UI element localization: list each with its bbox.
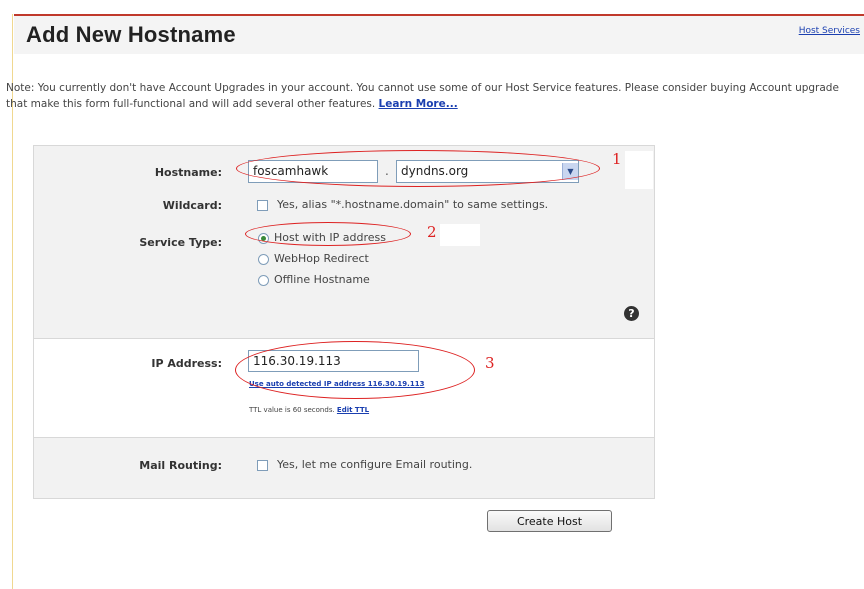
annotation-mask-3: [497, 355, 541, 379]
page-title: Add New Hostname: [26, 22, 236, 47]
ip-address-label: IP Address:: [151, 357, 222, 370]
ttl-info: TTL value is 60 seconds. Edit TTL: [249, 397, 369, 416]
annotation-ellipse-1: [236, 150, 600, 187]
wildcard-checkbox[interactable]: [257, 200, 268, 211]
radio-offline-hostname-label: Offline Hostname: [274, 273, 370, 286]
annotation-number-3: 3: [485, 354, 495, 372]
edit-ttl-link[interactable]: Edit TTL: [337, 406, 369, 414]
radio-webhop-redirect[interactable]: [258, 254, 269, 265]
service-type-label: Service Type:: [139, 236, 222, 249]
mail-routing-checkbox[interactable]: [257, 460, 268, 471]
annotation-mask-2: [440, 224, 480, 246]
annotation-number-2: 2: [427, 223, 437, 241]
ttl-text: TTL value is 60 seconds.: [249, 406, 337, 414]
host-services-link[interactable]: Host Services: [799, 26, 860, 36]
hostname-form: Hostname: foscamhawk . dyndns.org ▼ Wild…: [33, 145, 655, 499]
create-host-button[interactable]: Create Host: [487, 510, 612, 532]
account-note: Note: You currently don't have Account U…: [6, 80, 861, 112]
annotation-mask-1: [625, 151, 653, 189]
hostname-label: Hostname:: [154, 166, 222, 179]
annotation-ellipse-2: [245, 222, 411, 246]
wildcard-label: Wildcard:: [162, 199, 222, 212]
wildcard-text: Yes, alias "*.hostname.domain" to same s…: [277, 198, 549, 211]
radio-webhop-redirect-label: WebHop Redirect: [274, 252, 369, 265]
learn-more-link[interactable]: Learn More...: [379, 98, 458, 110]
mail-routing-label: Mail Routing:: [139, 459, 222, 472]
mail-routing-text: Yes, let me configure Email routing.: [277, 458, 473, 471]
annotation-number-1: 1: [612, 150, 622, 168]
radio-offline-hostname[interactable]: [258, 275, 269, 286]
mail-routing-section: Mail Routing: Yes, let me configure Emai…: [34, 438, 654, 498]
annotation-ellipse-3: [235, 341, 475, 399]
help-icon[interactable]: ?: [624, 306, 639, 321]
